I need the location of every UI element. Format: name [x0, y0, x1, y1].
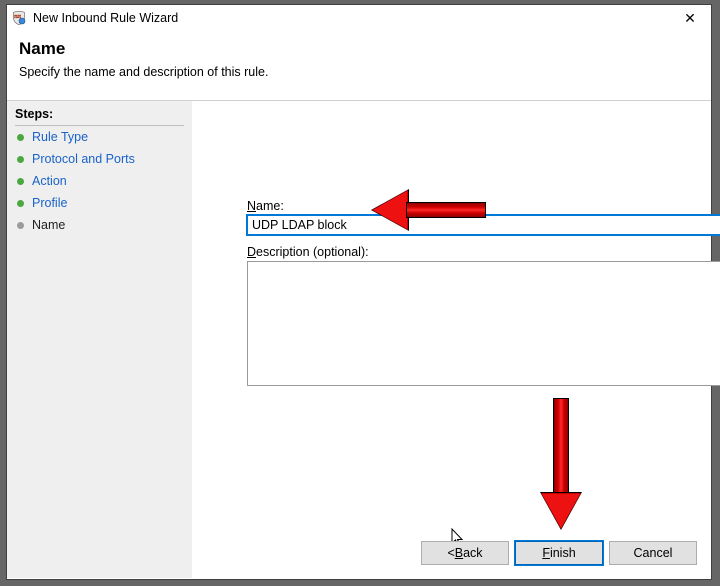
step-label: Rule Type	[32, 130, 88, 144]
close-icon: ✕	[684, 10, 696, 27]
cancel-button[interactable]: Cancel	[609, 541, 697, 565]
bullet-icon	[17, 200, 24, 207]
bullet-icon	[17, 134, 24, 141]
step-protocol-and-ports[interactable]: Protocol and Ports	[15, 148, 184, 170]
step-profile[interactable]: Profile	[15, 192, 184, 214]
step-rule-type[interactable]: Rule Type	[15, 126, 184, 148]
steps-sidebar: Steps: Rule Type Protocol and Ports Acti…	[7, 101, 193, 579]
step-action[interactable]: Action	[15, 170, 184, 192]
bullet-icon	[17, 178, 24, 185]
page-subtitle: Specify the name and description of this…	[19, 65, 699, 79]
description-input[interactable]	[247, 261, 720, 386]
name-input[interactable]	[247, 215, 720, 235]
step-name: Name	[15, 214, 184, 236]
wizard-window: New Inbound Rule Wizard ✕ Name Specify t…	[6, 4, 712, 580]
name-label: Name:	[247, 199, 284, 213]
wizard-heading: Name Specify the name and description of…	[7, 29, 711, 103]
firewall-icon	[11, 10, 27, 26]
finish-button[interactable]: Finish	[515, 541, 603, 565]
wizard-body: Name: Description (optional): < Back Fin…	[193, 101, 711, 579]
steps-heading: Steps:	[15, 105, 184, 126]
step-label: Name	[32, 218, 65, 232]
window-title: New Inbound Rule Wizard	[33, 11, 178, 25]
bullet-icon	[17, 156, 24, 163]
page-title: Name	[19, 39, 699, 59]
close-button[interactable]: ✕	[673, 8, 707, 28]
description-label: Description (optional):	[247, 245, 369, 259]
button-row: < Back Finish Cancel	[421, 541, 697, 565]
step-label: Protocol and Ports	[32, 152, 135, 166]
step-label: Profile	[32, 196, 67, 210]
titlebar: New Inbound Rule Wizard ✕	[7, 5, 711, 29]
back-button[interactable]: < Back	[421, 541, 509, 565]
bullet-icon	[17, 222, 24, 229]
step-label: Action	[32, 174, 67, 188]
